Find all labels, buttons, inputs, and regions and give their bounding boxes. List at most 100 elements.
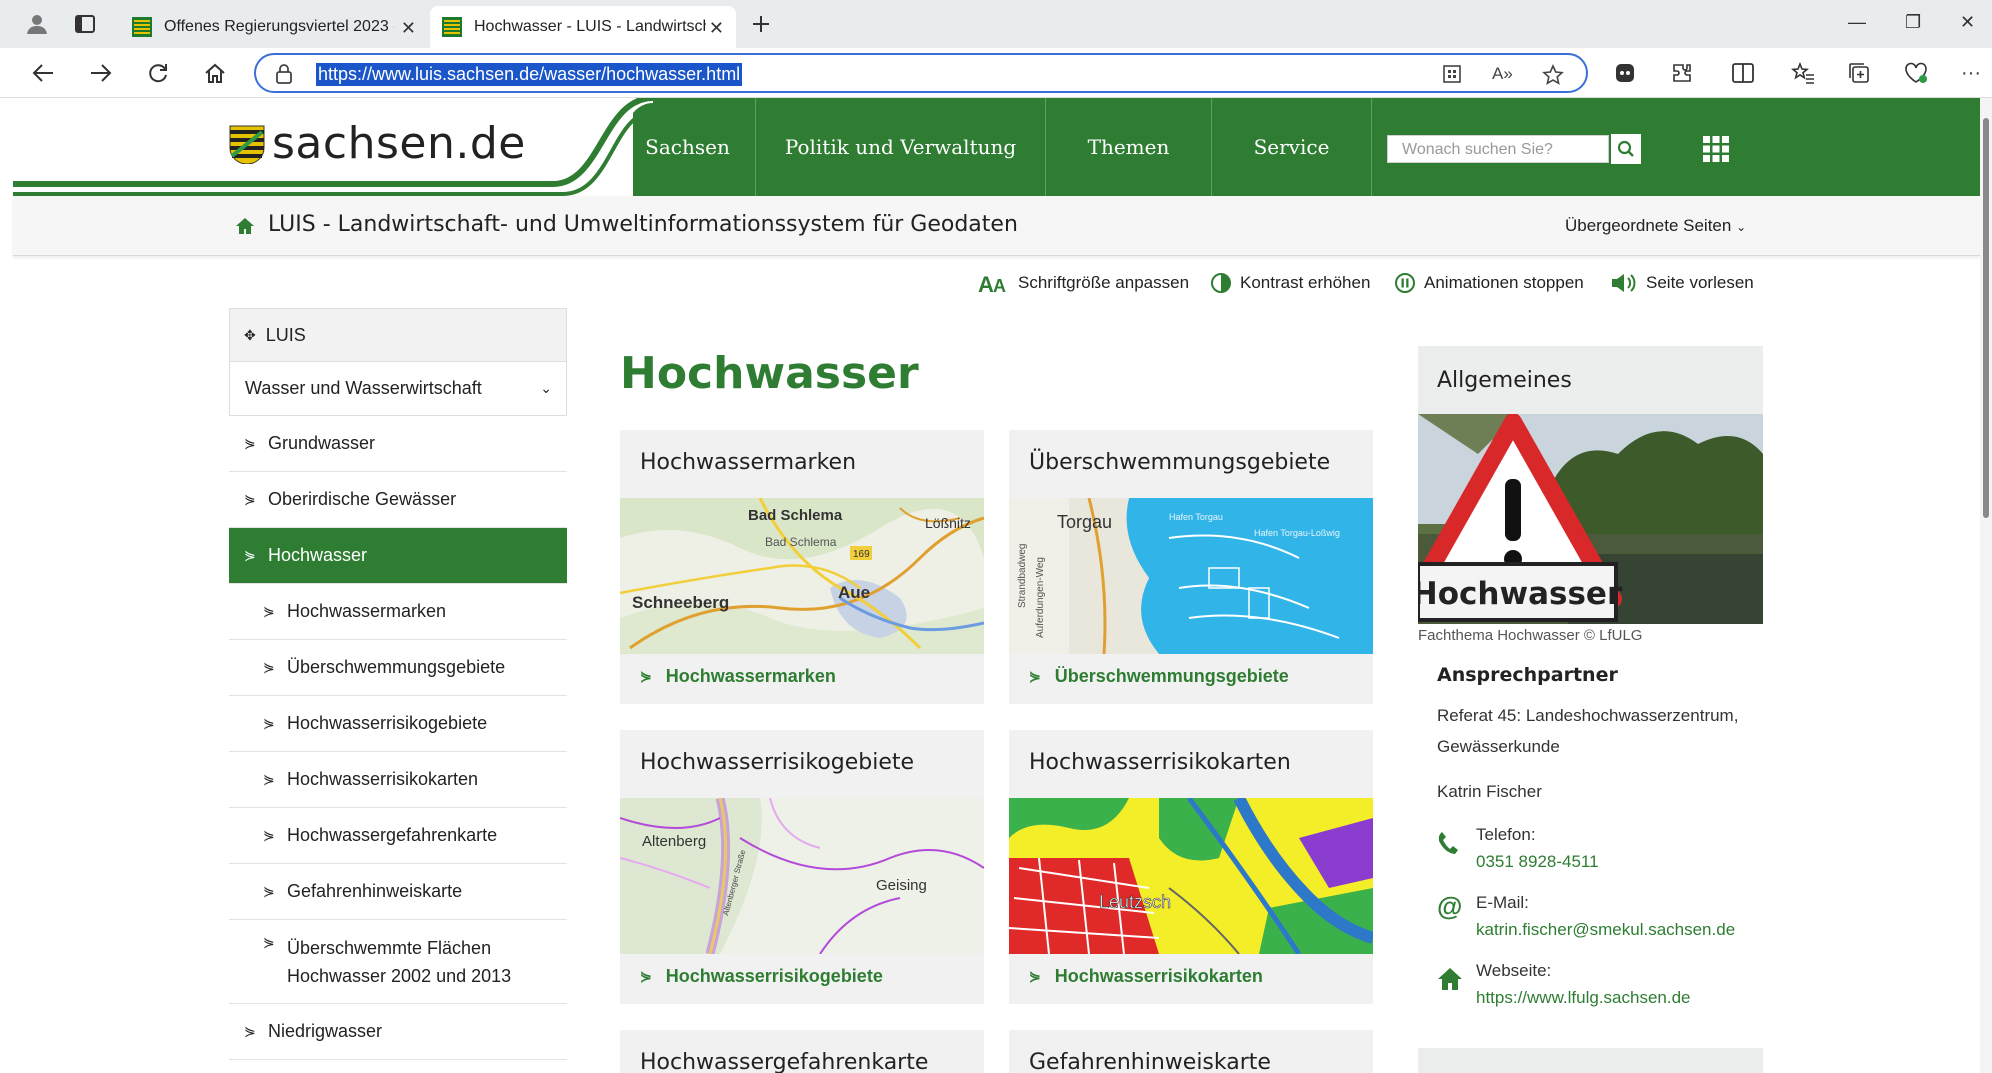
contrast-button[interactable]: Kontrast erhöhen [1210, 272, 1370, 294]
map-label: Auferdungen-Weg [1035, 557, 1046, 638]
sidebar-item-ueberschwemmte-flaechen[interactable]: ⋟ Überschwemmte Flächen Hochwasser 2002 u… [229, 920, 567, 1004]
sidebar-item-hochwasserrisikokarten[interactable]: ⋟ Hochwasserrisikokarten [229, 752, 567, 808]
url-field[interactable]: https://www.luis.sachsen.de/wasser/hochw… [254, 53, 1588, 93]
info-box-allgemeines: Allgemeines Hochwasser Fachthema Hochwas… [1418, 346, 1763, 1029]
card-ueberschwemmungsgebiete[interactable]: Überschwemmungsgebiete Torgau Hafen Torg… [1009, 430, 1373, 704]
sign-text: Hochwasser [1418, 576, 1623, 612]
sidebar-item-hochwasser[interactable]: ⋟ Hochwasser [229, 528, 567, 584]
nav-politik-verwaltung[interactable]: Politik und Verwaltung [756, 98, 1046, 196]
tab-regierungsviertel[interactable]: Offenes Regierungsviertel 2023 - ✕ [120, 6, 428, 48]
home-icon [1437, 967, 1463, 996]
sidebar-item-hochwassermarken[interactable]: ⋟ Hochwassermarken [229, 584, 567, 640]
favorite-star-icon[interactable] [1542, 64, 1564, 91]
email-link[interactable]: katrin.fischer@smekul.sachsen.de [1476, 920, 1735, 940]
hochwasser-warning-image[interactable]: Hochwasser [1418, 414, 1763, 624]
website-link[interactable]: https://www.lfulg.sachsen.de [1476, 988, 1691, 1008]
close-tab-icon[interactable]: ✕ [709, 18, 724, 39]
sidebar-item-grundwasser[interactable]: ⋟ Grundwasser [229, 416, 567, 472]
nav-sachsen[interactable]: Sachsen [620, 98, 756, 196]
font-size-label: Schriftgröße anpassen [1018, 273, 1190, 292]
chevron-right-icon: ⋟ [244, 1023, 256, 1039]
sidebar-item-hochwasserrisikogebiete[interactable]: ⋟ Hochwasserrisikogebiete [229, 696, 567, 752]
at-sign-icon: @ [1437, 891, 1463, 921]
map-label: Hafen Torgau [1169, 512, 1223, 522]
card-link[interactable]: ⋟ Hochwasserrisikokarten [1029, 966, 1263, 987]
font-size-button[interactable]: AA Schriftgröße anpassen [978, 272, 1189, 294]
sidebar-section-wasser[interactable]: Wasser und Wasserwirtschaft ⌄ [229, 362, 567, 416]
url-text[interactable]: https://www.luis.sachsen.de/wasser/hochw… [316, 63, 743, 86]
reload-icon[interactable] [143, 58, 173, 88]
tab-hochwasser[interactable]: Hochwasser - LUIS - Landwirtsch ✕ [430, 6, 736, 48]
sachsen-favicon-icon [442, 17, 462, 37]
contrast-label: Kontrast erhöhen [1240, 273, 1371, 292]
chevron-right-icon: ⋟ [640, 968, 652, 984]
sidebar-root-luis[interactable]: ✥ LUIS [229, 308, 567, 362]
card-link[interactable]: ⋟ Hochwassermarken [640, 666, 836, 687]
address-toolbar: https://www.luis.sachsen.de/wasser/hochw… [0, 48, 1992, 98]
home-icon[interactable] [200, 58, 230, 88]
nav-themen[interactable]: Themen [1046, 98, 1212, 196]
sachsen-logo[interactable]: sachsen.de [228, 118, 526, 169]
search-icon [1617, 140, 1634, 157]
app-available-icon[interactable] [1442, 64, 1462, 89]
map-thumbnail-ueberschwemmungsgebiete[interactable]: Torgau Hafen Torgau Hafen Torgau-Loßwig … [1009, 498, 1373, 654]
forward-icon[interactable] [86, 58, 116, 88]
sidebar-item-hochwassergefahrenkarte[interactable]: ⋟ Hochwassergefahrenkarte [229, 808, 567, 864]
collections-icon[interactable] [1846, 60, 1872, 86]
minimize-icon[interactable]: — [1848, 12, 1866, 33]
favorites-icon[interactable] [1790, 60, 1816, 86]
copilot-icon[interactable] [1612, 60, 1638, 86]
scrollbar-thumb[interactable] [1983, 118, 1989, 518]
profile-icon[interactable] [22, 9, 52, 39]
apps-grid-icon[interactable] [1703, 136, 1729, 167]
card-hochwassergefahrenkarte[interactable]: Hochwassergefahrenkarte [620, 1030, 984, 1073]
back-icon[interactable] [28, 58, 58, 88]
svg-text:A: A [993, 276, 1006, 294]
home-icon[interactable] [235, 216, 255, 241]
close-tab-icon[interactable]: ✕ [401, 18, 416, 39]
lock-icon[interactable] [276, 64, 292, 89]
phone-link[interactable]: 0351 8928-4511 [1476, 852, 1599, 872]
card-gefahrenhinweiskarte[interactable]: Gefahrenhinweiskarte [1009, 1030, 1373, 1073]
split-screen-icon[interactable] [1730, 60, 1756, 86]
website-label: Webseite: [1476, 961, 1552, 980]
page-scrollbar[interactable] [1980, 98, 1992, 1073]
card-hochwasserrisikokarten[interactable]: Hochwasserrisikokarten Leutzsch ⋟ Hochwas… [1009, 730, 1373, 1004]
card-hochwasserrisikogebiete[interactable]: Hochwasserrisikogebiete Altenberg Geisin… [620, 730, 984, 1004]
card-link-label: Hochwasserrisikogebiete [665, 966, 883, 986]
card-link[interactable]: ⋟ Überschwemmungsgebiete [1029, 666, 1289, 687]
contact-org: Referat 45: Landeshochwasserzentrum, Gew… [1437, 700, 1763, 762]
card-hochwassermarken[interactable]: Hochwassermarken Bad Schlema Bad Schlema… [620, 430, 984, 704]
chevron-right-icon: ⋟ [263, 715, 275, 731]
map-thumbnail-hochwasserrisikogebiete[interactable]: Altenberg Geising Altenberger Straße [620, 798, 984, 954]
map-thumbnail-hochwasserrisikokarten[interactable]: Leutzsch [1009, 798, 1373, 954]
more-menu-icon[interactable]: ··· [1958, 60, 1984, 86]
sidebar-item-niedrigwasser[interactable]: ⋟ Niedrigwasser [229, 1004, 567, 1060]
parent-pages-dropdown[interactable]: Übergeordnete Seiten ⌄ [1565, 216, 1746, 236]
stop-animations-button[interactable]: Animationen stoppen [1394, 272, 1584, 294]
map-thumbnail-hochwassermarken[interactable]: Bad Schlema Bad Schlema Lößnitz Schneebe… [620, 498, 984, 654]
sidebar-item-ueberschwemmungsgebiete[interactable]: ⋟ Überschwemmungsgebiete [229, 640, 567, 696]
read-aloud-icon[interactable]: A» [1492, 64, 1513, 84]
card-title: Hochwasserrisikogebiete [640, 750, 915, 775]
sidebar-nav: ✥ LUIS Wasser und Wasserwirtschaft ⌄ ⋟ Gr… [229, 308, 567, 1060]
tab-title: Offenes Regierungsviertel 2023 - [164, 18, 394, 35]
close-window-icon[interactable]: ✕ [1960, 12, 1975, 33]
tab-actions-icon[interactable] [70, 9, 100, 39]
new-tab-icon[interactable] [746, 9, 776, 39]
sidebar-item-oberirdische-gewaesser[interactable]: ⋟ Oberirdische Gewässer [229, 472, 567, 528]
extensions-icon[interactable] [1669, 60, 1695, 86]
search-button[interactable] [1611, 134, 1641, 164]
chevron-right-icon: ⋟ [263, 883, 275, 899]
read-aloud-button[interactable]: Seite vorlesen [1610, 272, 1754, 294]
luis-subheader: LUIS - Landwirtschaft- und Umweltinforma… [13, 196, 1980, 256]
sidebar-item-gefahrenhinweiskarte[interactable]: ⋟ Gefahrenhinweiskarte [229, 864, 567, 920]
browser-essentials-icon[interactable] [1903, 60, 1929, 86]
nav-service[interactable]: Service [1212, 98, 1372, 196]
portal-title[interactable]: LUIS - Landwirtschaft- und Umweltinforma… [268, 212, 1018, 237]
chevron-right-icon: ⋟ [263, 603, 275, 619]
card-link[interactable]: ⋟ Hochwasserrisikogebiete [640, 966, 883, 987]
site-search-input[interactable]: Wonach suchen Sie? [1387, 135, 1609, 163]
parent-pages-label: Übergeordnete Seiten [1565, 216, 1732, 235]
restore-icon[interactable]: ❐ [1905, 12, 1921, 33]
